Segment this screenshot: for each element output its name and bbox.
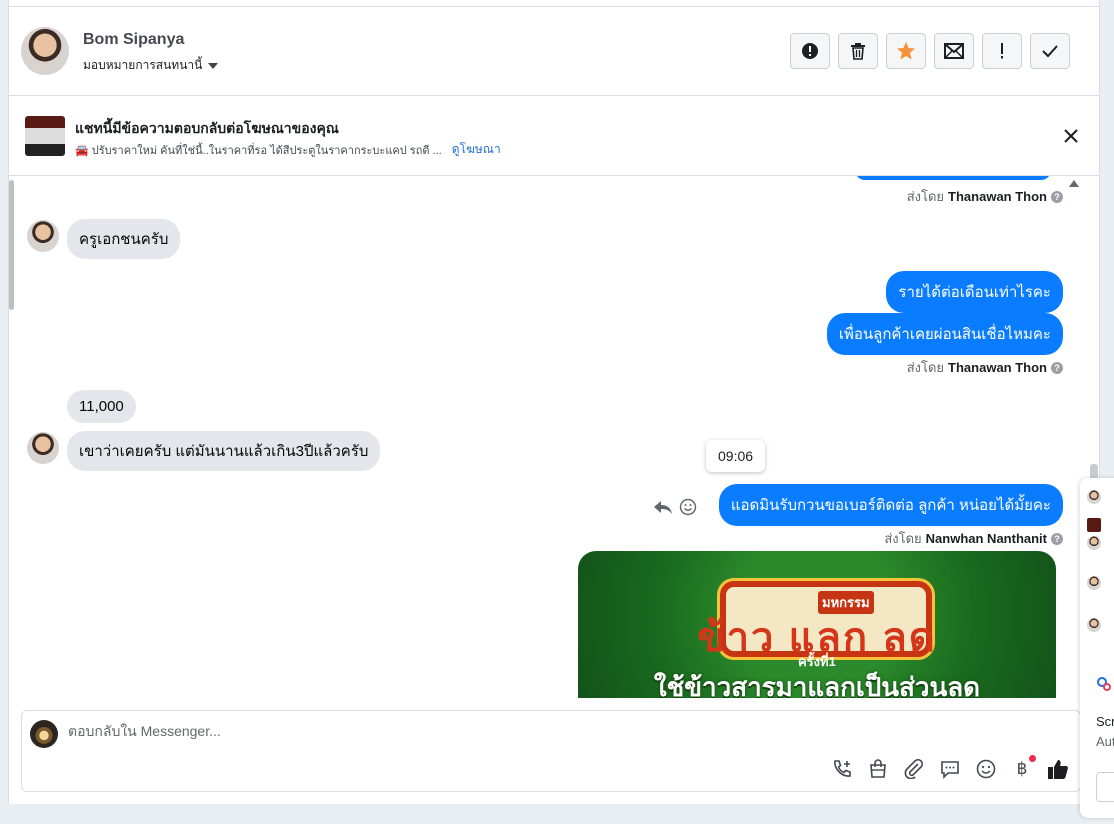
reply-composer: ฿	[21, 710, 1081, 792]
emoji-button[interactable]	[974, 757, 998, 781]
side-panel: Scr Aut	[1080, 478, 1114, 818]
conversation-avatar[interactable]	[1087, 536, 1101, 550]
shopping-bag-icon	[870, 759, 886, 778]
contact-name[interactable]: Bom Sipanya	[83, 31, 184, 49]
alert-circle-icon	[802, 43, 818, 59]
mark-done-button[interactable]	[1030, 33, 1070, 69]
reply-input[interactable]	[68, 723, 968, 739]
ad-reply-banner: แชทนี้มีข้อความตอบกลับต่อโฆษณาของคุณ 🚘 ป…	[9, 96, 1099, 176]
emoji-icon	[976, 759, 996, 779]
close-icon[interactable]	[1061, 126, 1081, 146]
thread-scrollbar[interactable]	[1069, 178, 1079, 698]
outgoing-message-bubble[interactable]: เพื่อนลูกค้าเคยผ่อนสินเชื่อไหมคะ	[826, 313, 1063, 355]
composer-tools: ฿	[830, 755, 1070, 781]
ad-snippet: 🚘 ปรับราคาใหม่ คันที่ใช่นี้..ในราคาที่รอ…	[75, 144, 442, 157]
promo-subheadline: ใช้ข้าวสารมาแลกเป็นส่วนลด	[653, 672, 981, 698]
sent-by-prefix: ส่งโดย	[906, 189, 945, 204]
contact-avatar[interactable]	[27, 220, 59, 252]
agent-name: Nanwhan Nanthanit	[925, 531, 1047, 546]
mark-unread-button[interactable]	[934, 33, 974, 69]
contact-avatar[interactable]	[27, 432, 59, 464]
like-button[interactable]	[1046, 757, 1070, 781]
view-ad-link[interactable]: ดูโฆษณา	[452, 140, 501, 159]
agent-name: Thanawan Thon	[948, 360, 1047, 375]
promo-image-message[interactable]: มหกรรม ข้าว แลก ลด ครั้งที่1 ใช้ข้าวสารม…	[578, 551, 1056, 698]
page-avatar	[30, 720, 58, 748]
sent-by-prefix: ส่งโดย	[884, 531, 922, 546]
ad-thumbnail[interactable]	[25, 116, 65, 156]
check-icon	[1042, 45, 1058, 58]
incoming-message-bubble[interactable]: เขาว่าเคยครับ แต่มันนานแล้วเกิน3ปีแล้วคร…	[67, 431, 381, 471]
shop-button[interactable]	[866, 757, 890, 781]
paperclip-icon	[904, 759, 924, 779]
ad-snippet-line: 🚘 ปรับราคาใหม่ คันที่ใช่นี้..ในราคาที่รอ…	[75, 140, 501, 159]
header-actions	[790, 33, 1070, 69]
sent-by-label: ส่งโดย Nanwhan Nanthanit ?	[884, 528, 1063, 549]
sent-by-label: ส่งโดย Thanawan Thon ?	[907, 357, 1063, 378]
call-button[interactable]	[830, 757, 854, 781]
message-tools	[653, 498, 697, 516]
emoji-react-icon[interactable]	[679, 498, 697, 516]
conversation-avatar[interactable]	[1087, 576, 1101, 590]
incoming-message-bubble[interactable]: ครูเอกชนครับ	[67, 219, 181, 259]
star-icon	[897, 42, 915, 60]
chat-bubble-icon	[941, 761, 959, 779]
baht-icon: ฿	[1016, 759, 1028, 778]
page: Bom Sipanya มอบหมายการสนทนานี้ แชทนี้มีข…	[0, 0, 1114, 824]
attach-button[interactable]	[902, 757, 926, 781]
priority-button[interactable]	[982, 33, 1022, 69]
agent-name: Thanawan Thon	[948, 189, 1047, 204]
assign-conversation-dropdown[interactable]: มอบหมายการสนทนานี้	[83, 56, 219, 75]
exclamation-icon	[1001, 43, 1003, 59]
outgoing-message-bubble[interactable]: แอดมินรับกวนขอเบอร์ติดต่อ ลูกค้า หน่อยได…	[718, 484, 1063, 526]
trash-icon	[851, 43, 865, 60]
envelope-icon	[944, 43, 964, 59]
ad-avatar[interactable]	[1087, 518, 1101, 532]
timestamp-tooltip: 09:06	[706, 440, 766, 472]
star-button[interactable]	[886, 33, 926, 69]
sent-by-label: ส่งโดย Thanawan Thon ?	[907, 186, 1063, 207]
contact-avatar[interactable]	[21, 27, 69, 75]
help-icon[interactable]: ?	[1051, 532, 1063, 545]
conversation-avatar[interactable]	[1087, 490, 1101, 504]
caret-down-icon	[208, 62, 219, 69]
conversation-avatar[interactable]	[1087, 618, 1101, 632]
side-panel-text: Scr	[1096, 714, 1114, 729]
ad-banner-title: แชทนี้มีข้อความตอบกลับต่อโฆษณาของคุณ	[75, 120, 339, 136]
phone-plus-icon	[834, 760, 851, 777]
outgoing-message-bubble[interactable]: รายได้ต่อเดือนเท่าไรคะ	[886, 271, 1063, 313]
inbox-conversation-panel: Bom Sipanya มอบหมายการสนทนานี้ แชทนี้มีข…	[8, 0, 1100, 804]
notification-dot	[1029, 755, 1036, 762]
assign-label: มอบหมายการสนทนานี้	[83, 58, 203, 72]
reply-icon[interactable]	[653, 499, 673, 515]
conversation-header: Bom Sipanya มอบหมายการสนทนานี้	[9, 7, 1099, 96]
thumbs-up-icon	[1048, 760, 1068, 779]
payment-button[interactable]: ฿	[1010, 755, 1036, 781]
spam-button[interactable]	[790, 33, 830, 69]
side-panel-text: Aut	[1096, 734, 1114, 749]
help-icon[interactable]: ?	[1051, 361, 1063, 374]
help-icon[interactable]: ?	[1051, 190, 1063, 203]
incoming-message-bubble[interactable]: 11,000	[67, 390, 136, 423]
saved-replies-button[interactable]	[938, 757, 962, 781]
scroll-up-icon[interactable]	[1069, 180, 1079, 187]
message-thread[interactable]: ส่งโดย Thanawan Thon ? ครูเอกชนครับ รายไ…	[9, 176, 1085, 698]
sent-by-prefix: ส่งโดย	[906, 360, 945, 375]
side-panel-button[interactable]	[1096, 772, 1114, 802]
delete-button[interactable]	[838, 33, 878, 69]
outgoing-message-bubble[interactable]	[855, 176, 1051, 180]
app-logo-icon	[1097, 677, 1111, 691]
